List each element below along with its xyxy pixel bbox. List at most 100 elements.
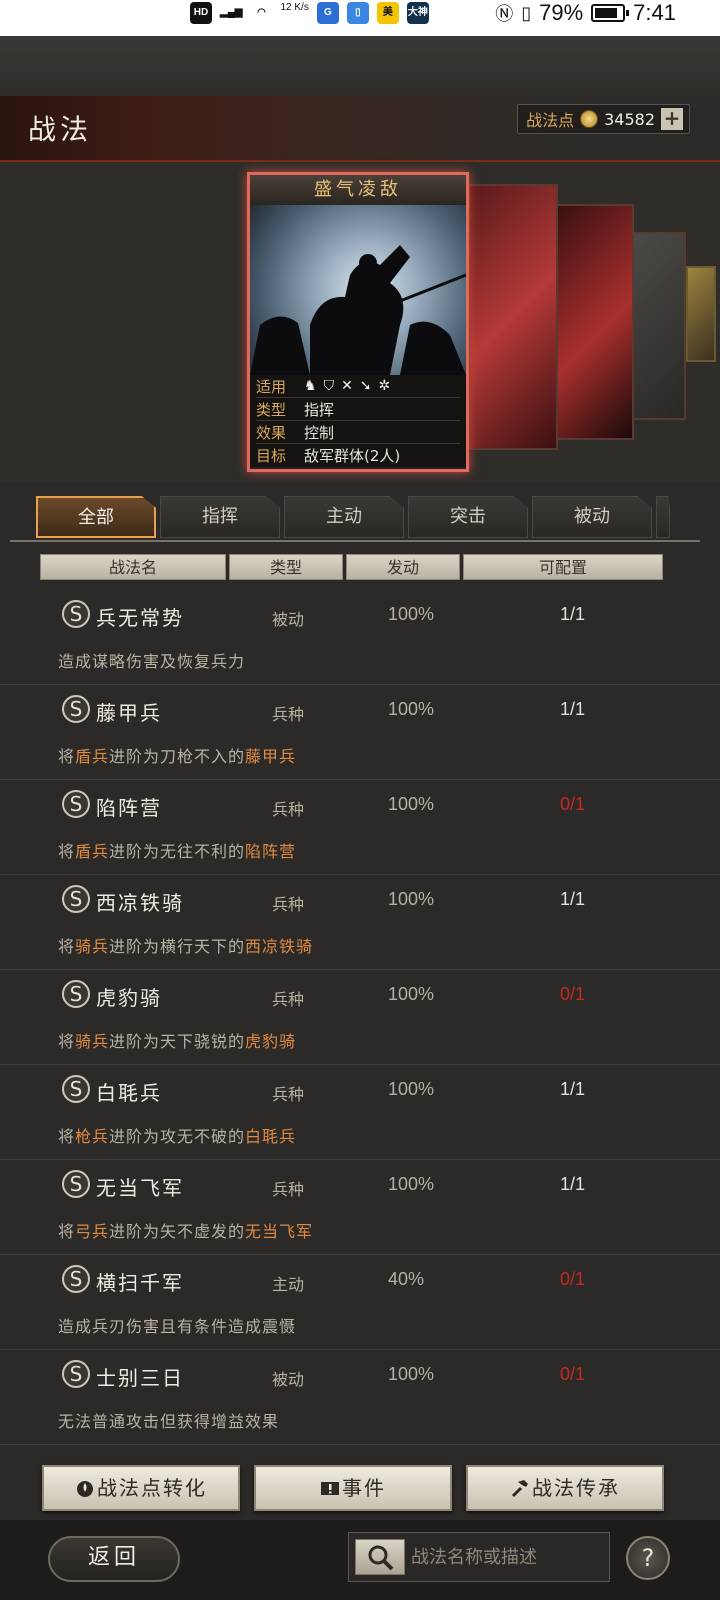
coin-icon xyxy=(580,110,599,128)
tactic-description: 将枪兵进阶为攻无不破的白毦兵 xyxy=(58,1123,296,1147)
desc-text: 将 xyxy=(58,1127,76,1146)
events-button[interactable]: 事件 xyxy=(254,1465,452,1511)
tactic-description: 将骑兵进阶为天下骁锐的虎豹骑 xyxy=(58,1028,296,1052)
tactic-row[interactable]: S 士别三日 被动 100% 0/1 无法普通攻击但获得增益效果 xyxy=(0,1350,720,1445)
tactic-config: 0/1 xyxy=(560,1269,586,1289)
tactic-config: 0/1 xyxy=(560,1364,586,1384)
vibrate-icon: ▯ xyxy=(521,2,532,23)
info-value: 指挥 xyxy=(304,400,335,419)
tactic-rate: 100% xyxy=(388,889,435,909)
tabs-divider xyxy=(10,540,700,542)
desc-highlight: 骑兵 xyxy=(75,937,110,956)
desc-text: 造成谋略伤害及恢复兵力 xyxy=(58,652,246,671)
tactic-description: 将弓兵进阶为矢不虚发的无当飞军 xyxy=(58,1218,313,1242)
desc-highlight: 盾兵 xyxy=(75,747,110,766)
column-header-name[interactable]: 战法名 xyxy=(40,554,226,580)
nfc-icon: Ⓝ xyxy=(495,4,514,24)
tab-all[interactable]: 全部 xyxy=(36,496,156,538)
tactic-row[interactable]: S 横扫千军 主动 40% 0/1 造成兵刃伤害且有条件造成震慑 xyxy=(0,1255,720,1350)
search-box xyxy=(348,1532,610,1582)
tactic-config: 1/1 xyxy=(560,1174,586,1194)
footer-bar: 返回 ? xyxy=(0,1520,720,1600)
desc-text: 将 xyxy=(58,937,76,956)
tactic-config: 0/1 xyxy=(560,984,586,1004)
app-box-icon: ▯ xyxy=(346,2,369,24)
tab-more[interactable] xyxy=(656,496,670,538)
wifi-icon: ◠ xyxy=(257,7,266,18)
card-info-row-type: 类型 指挥 xyxy=(256,398,460,421)
grade-badge: S xyxy=(62,1075,90,1103)
back-card-1[interactable] xyxy=(468,184,558,450)
tactic-points-box: 战法点 34582 + xyxy=(517,104,690,134)
grade-badge: S xyxy=(62,1360,90,1388)
back-card-3[interactable] xyxy=(632,232,686,420)
tab-active[interactable]: 主动 xyxy=(284,496,404,538)
info-value: 控制 xyxy=(304,423,335,442)
convert-points-button[interactable]: 战法点转化 xyxy=(42,1465,240,1511)
tactic-row[interactable]: S 虎豹骑 兵种 100% 0/1 将骑兵进阶为天下骁锐的虎豹骑 xyxy=(0,970,720,1065)
tactic-name: 白毦兵 xyxy=(96,1081,162,1105)
tab-command[interactable]: 指挥 xyxy=(160,496,280,538)
card-carousel[interactable]: 盛气凌敌 适用 ♞ ⛉ ✕ ➘ ✲ 类型 指挥 效果 控制 目标 敌军群体(2人… xyxy=(0,162,720,482)
desc-highlight: 陷阵营 xyxy=(245,842,297,861)
tactic-list[interactable]: S 兵无常势 被动 100% 1/1 造成谋略伤害及恢复兵力 S 藤甲兵 兵种 100% 1/1 将盾… xyxy=(0,590,720,1450)
tab-assault[interactable]: 突击 xyxy=(408,496,528,538)
back-card-4[interactable] xyxy=(686,266,716,362)
tactic-type: 被动 xyxy=(272,1370,305,1389)
net-speed: 12 K/s xyxy=(280,2,309,13)
info-value: 敌军群体(2人) xyxy=(304,447,401,465)
search-input[interactable] xyxy=(411,1541,603,1573)
tactic-description: 将盾兵进阶为刀枪不入的藤甲兵 xyxy=(58,743,296,767)
desc-highlight: 盾兵 xyxy=(75,842,110,861)
tab-passive[interactable]: 被动 xyxy=(532,496,652,538)
desc-text: 进阶为横行天下的 xyxy=(109,937,246,956)
card-info-row-apply: 适用 ♞ ⛉ ✕ ➘ ✲ xyxy=(256,375,460,398)
inherit-label: 战法传承 xyxy=(532,1476,620,1500)
column-header-rate[interactable]: 发动 xyxy=(346,554,460,580)
tactic-type: 兵种 xyxy=(272,990,305,1009)
inherit-button[interactable]: 战法传承 xyxy=(466,1465,664,1511)
tactic-rate: 100% xyxy=(388,984,435,1004)
tactic-row[interactable]: S 无当飞军 兵种 100% 1/1 将弓兵进阶为矢不虚发的无当飞军 xyxy=(0,1160,720,1255)
back-card-2[interactable] xyxy=(556,204,634,440)
tactic-name: 兵无常势 xyxy=(96,606,184,630)
tactic-name: 西凉铁骑 xyxy=(96,891,184,915)
tactic-name: 无当飞军 xyxy=(96,1176,184,1200)
info-key: 适用 xyxy=(256,377,287,396)
back-button[interactable]: 返回 xyxy=(48,1536,180,1582)
card-info: 适用 ♞ ⛉ ✕ ➘ ✲ 类型 指挥 效果 控制 目标 敌军群体(2人) xyxy=(250,375,466,467)
tactic-row[interactable]: S 西凉铁骑 兵种 100% 1/1 将骑兵进阶为横行天下的西凉铁骑 xyxy=(0,875,720,970)
tactic-row[interactable]: S 藤甲兵 兵种 100% 1/1 将盾兵进阶为刀枪不入的藤甲兵 xyxy=(0,685,720,780)
tactic-row[interactable]: S 兵无常势 被动 100% 1/1 造成谋略伤害及恢复兵力 xyxy=(0,590,720,685)
desc-text: 无法普通攻击但获得增益效果 xyxy=(58,1412,280,1431)
help-button[interactable]: ? xyxy=(626,1536,670,1580)
page-title: 战法 xyxy=(28,113,93,146)
selected-tactic-card[interactable]: 盛气凌敌 适用 ♞ ⛉ ✕ ➘ ✲ 类型 指挥 效果 控制 目标 敌军群体(2人… xyxy=(247,172,469,472)
tactic-rate: 100% xyxy=(388,699,435,719)
tactic-row[interactable]: S 白毦兵 兵种 100% 1/1 将枪兵进阶为攻无不破的白毦兵 xyxy=(0,1065,720,1160)
category-tabs: 全部 指挥 主动 突击 被动 xyxy=(36,496,670,540)
tactic-row[interactable]: S 陷阵营 兵种 100% 0/1 将盾兵进阶为无往不利的陷阵营 xyxy=(0,780,720,875)
column-header-config[interactable]: 可配置 xyxy=(463,554,663,580)
card-title: 盛气凌敌 xyxy=(250,175,466,205)
hammer-icon xyxy=(511,1480,528,1498)
tactic-name: 横扫千军 xyxy=(96,1271,184,1295)
desc-highlight: 枪兵 xyxy=(75,1127,110,1146)
column-header-type[interactable]: 类型 xyxy=(229,554,343,580)
tactic-description: 造成谋略伤害及恢复兵力 xyxy=(58,648,245,672)
desc-text: 进阶为刀枪不入的 xyxy=(109,747,246,766)
events-label: 事件 xyxy=(342,1476,386,1500)
action-bar: 战法点转化 事件 战法传承 xyxy=(0,1455,720,1515)
grade-badge: S xyxy=(62,980,90,1008)
card-info-row-target: 目标 敌军群体(2人) xyxy=(256,444,460,467)
grade-badge: S xyxy=(62,695,90,723)
add-points-button[interactable]: + xyxy=(661,108,683,130)
info-key: 效果 xyxy=(256,423,287,442)
tactic-config: 1/1 xyxy=(560,1079,586,1099)
desc-text: 进阶为攻无不破的 xyxy=(109,1127,246,1146)
desc-text: 进阶为无往不利的 xyxy=(109,842,246,861)
tactic-name: 虎豹骑 xyxy=(96,986,162,1010)
info-key: 目标 xyxy=(256,447,287,465)
search-button[interactable] xyxy=(355,1539,405,1575)
dashen-icon: 大神 xyxy=(406,2,429,24)
